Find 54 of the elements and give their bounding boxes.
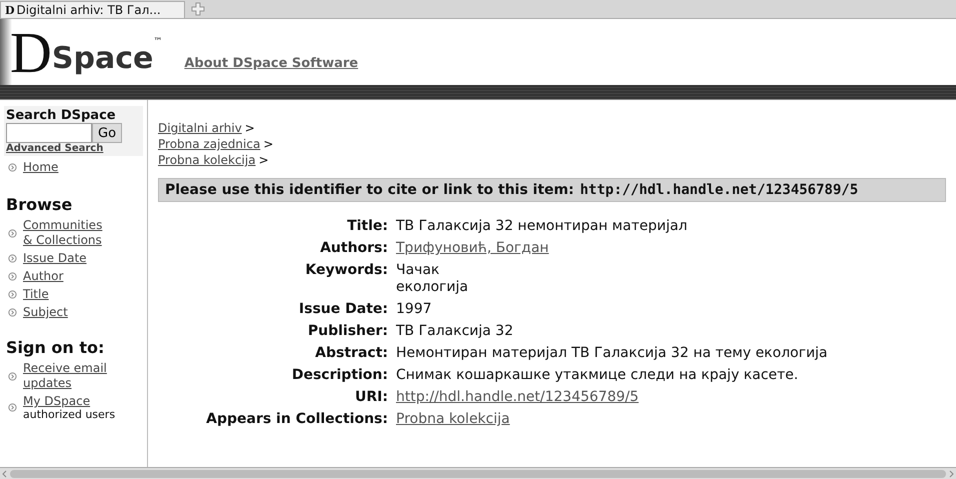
sidebar-heading: Search DSpace: [6, 108, 117, 123]
handle-url: http://hdl.handle.net/123456789/5: [580, 182, 858, 198]
field-label: Description:: [290, 366, 389, 385]
arrow-icon: [8, 228, 17, 238]
breadcrumb-separator: >: [263, 137, 274, 151]
sign-on-link[interactable]: Receive email updates: [23, 361, 111, 391]
arrow-icon: [8, 372, 17, 380]
breadcrumb-separator: >: [258, 153, 269, 167]
field-value: 1997: [396, 301, 432, 317]
field-link[interactable]: Трифуновић, Богдан: [396, 240, 549, 256]
breadcrumb-link[interactable]: Digitalni arhiv: [158, 121, 242, 135]
favicon-icon: D: [5, 4, 15, 16]
breadcrumb-link[interactable]: Probna zajednica: [158, 137, 260, 151]
field-link[interactable]: Probna kolekcija: [396, 411, 510, 427]
browse-link[interactable]: Subject: [23, 305, 68, 320]
arrow-icon: [8, 308, 17, 317]
arrow-icon: [8, 403, 17, 412]
advanced-search-link[interactable]: Advanced Search: [6, 143, 141, 154]
field-value: екологија: [396, 279, 468, 295]
breadcrumb-link[interactable]: Probna kolekcija: [158, 153, 256, 167]
arrow-icon: [8, 290, 17, 299]
arrow-icon: [8, 254, 17, 263]
browse-link[interactable]: Author: [23, 269, 64, 284]
browse-link[interactable]: Issue Date: [23, 251, 87, 266]
field-value: Чачак: [396, 262, 440, 278]
field-label: Keywords:: [304, 261, 389, 280]
breadcrumb-separator: >: [244, 121, 255, 135]
cite-text: Please use this identifier to cite or link to this item:: [165, 182, 574, 198]
new-tab-icon[interactable]: [191, 2, 205, 16]
field-value: Немонтиран материјал ТВ Галаксија 32 на тему екологија: [396, 345, 828, 361]
about-link[interactable]: About DSpace Software: [184, 56, 358, 71]
browser-tab[interactable]: D Digitalni arhiv: ТВ Гал...: [0, 1, 185, 18]
field-label: URI:: [354, 388, 389, 407]
field-label: Authors:: [319, 239, 389, 258]
note-text: authorized users: [23, 409, 116, 421]
browse-link[interactable]: Title: [23, 287, 49, 302]
go-button[interactable]: Go: [92, 123, 122, 143]
browse-link[interactable]: Communities & Collections: [23, 218, 111, 248]
field-value: ТВ Галаксија 32: [396, 323, 514, 339]
sidebar-heading: Browse: [6, 195, 74, 214]
field-label: Title:: [346, 217, 389, 236]
search-field[interactable]: [6, 123, 92, 143]
field-value: Снимак кошаркашке утакмице следи на крају касете.: [396, 367, 798, 383]
sign-on-link[interactable]: My DSpace: [23, 394, 111, 409]
home-link[interactable]: Home: [23, 160, 58, 175]
arrow-icon: [8, 163, 17, 172]
field-value: ТВ Галаксија 32 немонтиран материјал: [396, 218, 688, 234]
field-link[interactable]: http://hdl.handle.net/123456789/5: [396, 389, 639, 405]
arrow-icon: [8, 272, 17, 281]
field-label: Publisher:: [306, 322, 389, 341]
field-label: Appears in Collections:: [205, 410, 389, 429]
field-label: Issue Date:: [298, 300, 389, 319]
sidebar-heading: Sign on to:: [6, 338, 106, 357]
field-label: Abstract:: [314, 344, 389, 363]
